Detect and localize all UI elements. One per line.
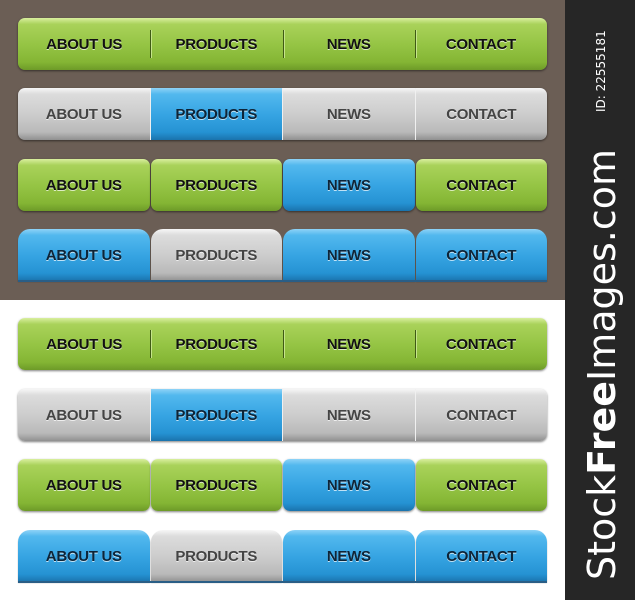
nav-menu-bar: ABOUT US PRODUCTS NEWS CONTACT	[18, 530, 547, 583]
watermark-logo-bold: Free	[580, 381, 624, 475]
nav-tab-label: CONTACT	[446, 406, 517, 424]
nav-tab-news[interactable]: NEWS	[282, 18, 415, 70]
nav-menu-bar: ABOUT US PRODUCTS NEWS CONTACT	[18, 389, 547, 441]
nav-menu-bar: ABOUT US PRODUCTS NEWS CONTACT	[18, 318, 547, 370]
nav-tab-news[interactable]: NEWS	[282, 389, 415, 441]
nav-tab-label: NEWS	[326, 547, 371, 565]
nav-tab-label: CONTACT	[445, 335, 516, 353]
nav-tab-label: PRODUCTS	[175, 35, 258, 53]
nav-tab-about-us[interactable]: ABOUT US	[18, 530, 150, 582]
nav-tab-products[interactable]: PRODUCTS	[150, 530, 282, 582]
nav-tab-label: CONTACT	[446, 246, 517, 264]
nav-tab-products[interactable]: PRODUCTS	[150, 229, 282, 281]
nav-tab-label: ABOUT US	[45, 547, 122, 565]
nav-tab-contact[interactable]: CONTACT	[415, 530, 547, 582]
nav-tab-label: PRODUCTS	[175, 105, 258, 123]
nav-tab-about-us[interactable]: ABOUT US	[18, 18, 151, 70]
nav-tab-contact[interactable]: CONTACT	[415, 459, 547, 511]
watermark-logo-suffix: Images.com	[580, 148, 624, 382]
nav-tab-label: CONTACT	[446, 476, 517, 494]
nav-tab-label: NEWS	[326, 176, 371, 194]
nav-tab-label: PRODUCTS	[175, 476, 258, 494]
watermark-logo: StockFreeImages.com	[580, 148, 624, 580]
watermark-logo-prefix: Stock	[580, 474, 624, 580]
watermark-id: ID: 22555181	[594, 30, 608, 112]
nav-tab-contact[interactable]: CONTACT	[414, 318, 547, 370]
nav-tab-contact[interactable]: CONTACT	[414, 389, 547, 441]
nav-tab-about-us[interactable]: ABOUT US	[18, 159, 150, 211]
nav-tab-label: ABOUT US	[45, 246, 122, 264]
nav-tab-label: NEWS	[326, 246, 371, 264]
nav-tab-products[interactable]: PRODUCTS	[150, 318, 283, 370]
nav-tab-label: PRODUCTS	[175, 176, 258, 194]
nav-tab-label: ABOUT US	[46, 335, 123, 353]
nav-tab-products[interactable]: PRODUCTS	[149, 389, 282, 441]
nav-tab-label: CONTACT	[446, 176, 517, 194]
nav-tab-about-us[interactable]: ABOUT US	[18, 229, 150, 281]
nav-tab-label: ABOUT US	[45, 105, 122, 123]
nav-tab-products[interactable]: PRODUCTS	[150, 159, 282, 211]
nav-tab-about-us[interactable]: ABOUT US	[18, 459, 150, 511]
nav-tab-label: NEWS	[326, 35, 371, 53]
nav-tab-label: ABOUT US	[46, 35, 123, 53]
nav-tab-label: PRODUCTS	[175, 246, 258, 264]
nav-menu-bar: ABOUT US PRODUCTS NEWS CONTACT	[18, 459, 547, 511]
nav-tab-label: NEWS	[326, 406, 371, 424]
nav-tab-contact[interactable]: CONTACT	[415, 159, 547, 211]
nav-tab-contact[interactable]: CONTACT	[414, 18, 547, 70]
nav-tab-label: PRODUCTS	[175, 406, 258, 424]
nav-tab-contact[interactable]: CONTACT	[415, 229, 547, 281]
nav-tab-label: ABOUT US	[45, 476, 122, 494]
nav-tab-news[interactable]: NEWS	[282, 88, 415, 140]
nav-tab-about-us[interactable]: ABOUT US	[18, 389, 150, 441]
nav-tab-label: PRODUCTS	[175, 547, 258, 565]
nav-tab-label: PRODUCTS	[175, 335, 258, 353]
nav-tab-news[interactable]: NEWS	[283, 530, 415, 582]
nav-tab-label: CONTACT	[445, 35, 516, 53]
nav-tab-products[interactable]: PRODUCTS	[149, 88, 282, 140]
nav-tab-label: NEWS	[326, 335, 371, 353]
nav-tab-label: ABOUT US	[45, 406, 122, 424]
nav-menu-bar: ABOUT US PRODUCTS NEWS CONTACT	[18, 88, 547, 140]
nav-tab-products[interactable]: PRODUCTS	[150, 18, 283, 70]
nav-tab-about-us[interactable]: ABOUT US	[18, 318, 151, 370]
nav-menu-bar: ABOUT US PRODUCTS NEWS CONTACT	[18, 159, 547, 211]
nav-tab-label: ABOUT US	[45, 176, 122, 194]
nav-tab-news[interactable]: NEWS	[283, 229, 415, 281]
nav-tab-products[interactable]: PRODUCTS	[150, 459, 282, 511]
nav-tab-news[interactable]: NEWS	[283, 159, 415, 211]
nav-menu-bar: ABOUT US PRODUCTS NEWS CONTACT	[18, 229, 547, 282]
nav-tab-news[interactable]: NEWS	[283, 459, 415, 511]
nav-tab-label: NEWS	[326, 476, 371, 494]
nav-tab-news[interactable]: NEWS	[282, 318, 415, 370]
nav-tab-about-us[interactable]: ABOUT US	[18, 88, 150, 140]
nav-tab-label: CONTACT	[446, 547, 517, 565]
nav-tab-contact[interactable]: CONTACT	[414, 88, 547, 140]
nav-menu-bar: ABOUT US PRODUCTS NEWS CONTACT	[18, 18, 547, 70]
nav-tab-label: CONTACT	[446, 105, 517, 123]
nav-tab-label: NEWS	[326, 105, 371, 123]
